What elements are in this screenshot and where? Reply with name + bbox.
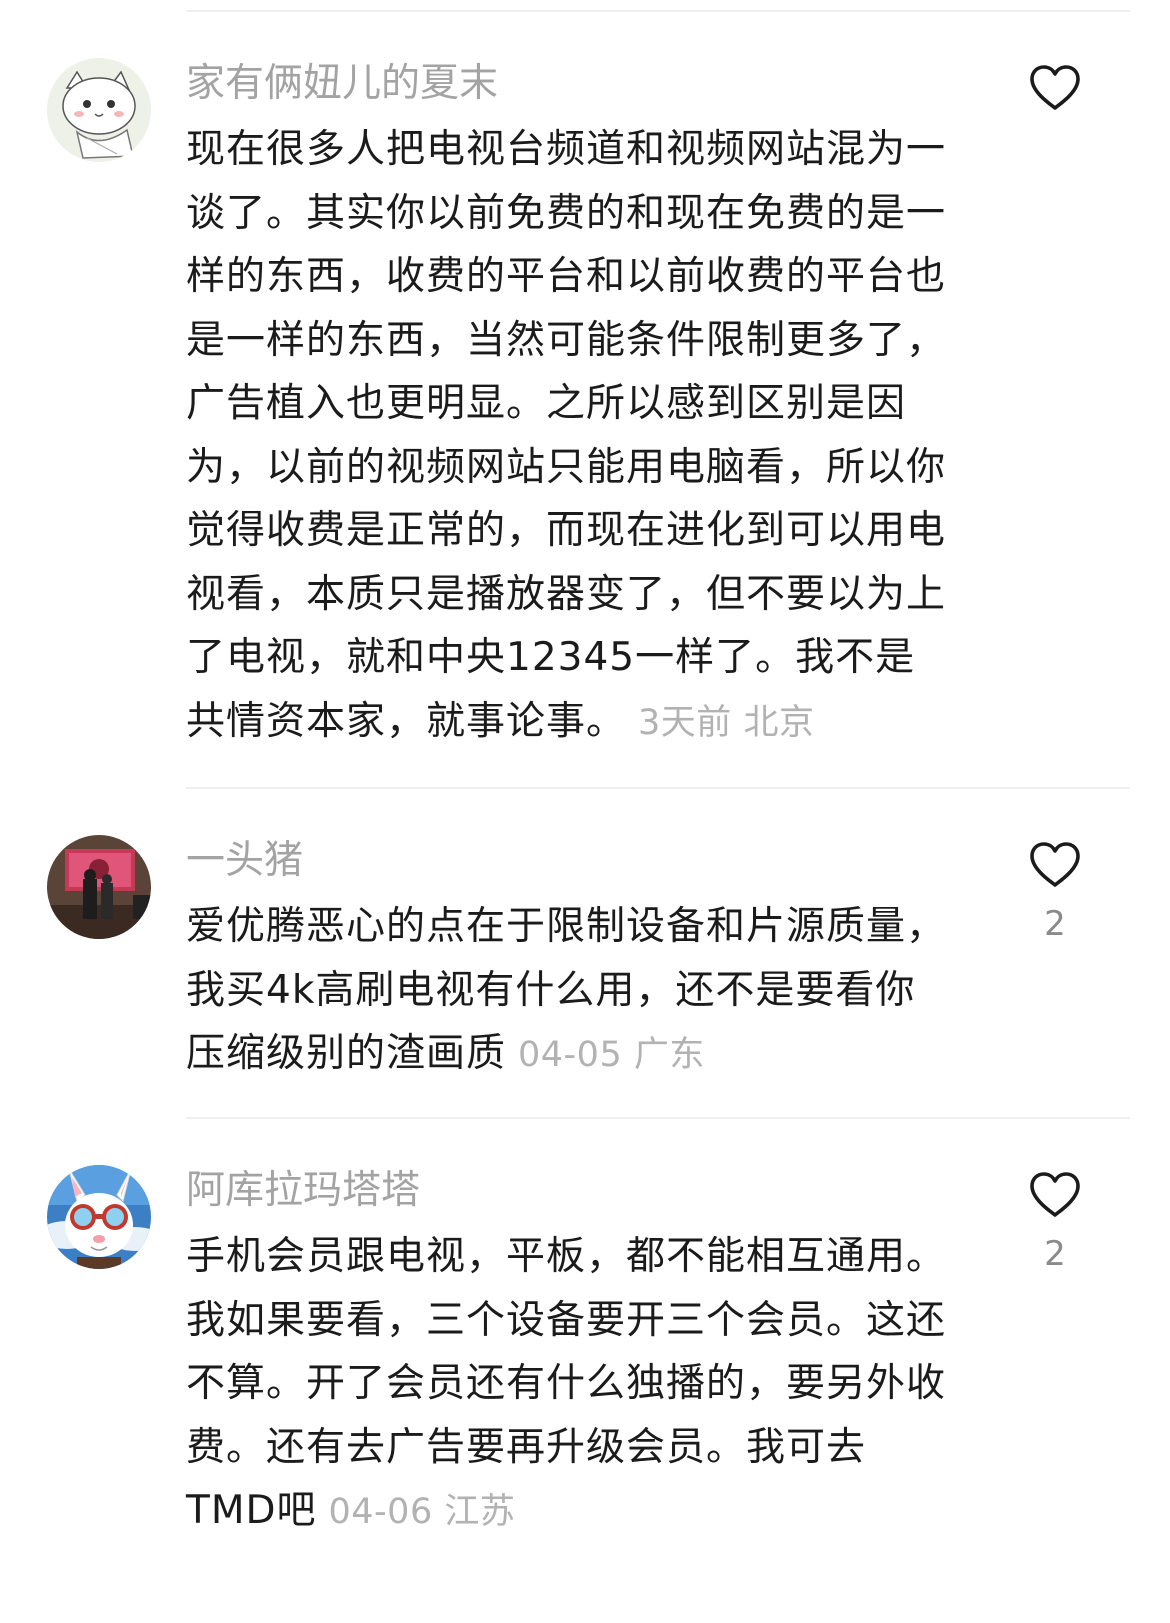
white-cat-avatar-icon — [47, 58, 151, 162]
comment-line: 爱优腾恶心的点在于限制设备和片源质量， — [186, 904, 947, 949]
comment-line: 现在很多人把电视台频道和视频网站混为一 — [186, 127, 947, 172]
comment-time: 04-06 — [328, 1492, 433, 1532]
comment-line-last: 压缩级别的渣画质 04-05 广东 — [186, 1022, 986, 1088]
comment-line: 是一样的东西，当然可能条件限制更多了， — [186, 317, 947, 363]
comment-line: 我买4k高刷电视有什么用，还不是要看你 — [186, 967, 916, 1013]
comment-line-last: 共情资本家，就事论事。 3天前 北京 — [186, 690, 986, 756]
concert-photo-avatar-icon — [47, 835, 151, 939]
username[interactable]: 一头猪 — [186, 835, 303, 887]
username[interactable]: 阿库拉玛塔塔 — [186, 1165, 420, 1217]
avatar[interactable] — [47, 58, 151, 162]
comment-line: 为，以前的视频网站只能用电脑看，所以你 — [186, 444, 947, 490]
comment-time: 3天前 — [638, 702, 732, 743]
divider-top — [186, 10, 1130, 12]
divider — [186, 1117, 1130, 1119]
comment-line: 视看，本质只是播放器变了，但不要以为上 — [186, 571, 947, 617]
like-button[interactable] — [1028, 841, 1082, 889]
comment-location: 北京 — [743, 702, 815, 743]
heart-icon — [1030, 65, 1080, 110]
comment-location: 江苏 — [444, 1492, 516, 1532]
comment-line: 费。还有去广告要再升级会员。我可去 — [186, 1424, 867, 1470]
divider — [186, 787, 1130, 789]
comment-text: 现在很多人把电视台频道和视频网站混为一 谈了。其实你以前免费的和现在免费的是一 … — [186, 118, 986, 755]
comment-line: 觉得收费是正常的，而现在进化到可以用电 — [186, 508, 947, 553]
like-count: 2 — [1044, 1234, 1066, 1274]
avatar[interactable] — [47, 835, 151, 939]
like-button[interactable] — [1028, 1171, 1082, 1219]
comment-line: 样的东西，收费的平台和以前收费的平台也 — [186, 254, 947, 299]
comment-meta: 04-05 广东 — [518, 1035, 705, 1075]
comment-line: 谈了。其实你以前免费的和现在免费的是一 — [186, 190, 947, 236]
comment-time: 04-05 — [518, 1035, 623, 1075]
comment-line-last: TMD吧 04-06 江苏 — [186, 1479, 986, 1545]
username[interactable]: 家有俩妞儿的夏末 — [186, 58, 498, 110]
bunny-goggles-avatar-icon — [47, 1165, 151, 1269]
comment-meta: 3天前 北京 — [638, 703, 814, 743]
like-button[interactable] — [1028, 64, 1082, 112]
comment-line: 压缩级别的渣画质 — [186, 1031, 507, 1076]
heart-icon — [1030, 1172, 1080, 1217]
comment-text: 爱优腾恶心的点在于限制设备和片源质量， 我买4k高刷电视有什么用，还不是要看你 … — [186, 895, 986, 1088]
avatar[interactable] — [47, 1165, 151, 1269]
comment-line: 广告植入也更明显。之所以感到区别是因 — [186, 381, 907, 426]
comment-location: 广东 — [633, 1035, 705, 1075]
comment-line: 了电视，就和中央12345一样了。我不是 — [186, 635, 916, 680]
comment-line: 我如果要看，三个设备要开三个会员。这还 — [186, 1297, 947, 1343]
heart-icon — [1030, 842, 1080, 887]
comment-line: 共情资本家，就事论事。 — [186, 698, 627, 744]
comment-text: 手机会员跟电视，平板，都不能相互通用。 我如果要看，三个设备要开三个会员。这还 … — [186, 1225, 986, 1545]
comment-line: 手机会员跟电视，平板，都不能相互通用。 — [186, 1234, 947, 1279]
comment-meta: 04-06 江苏 — [329, 1492, 516, 1532]
comment-line: 不算。开了会员还有什么独播的，要另外收 — [186, 1361, 947, 1406]
comment-line: TMD吧 — [186, 1488, 317, 1533]
like-count: 2 — [1044, 904, 1066, 944]
